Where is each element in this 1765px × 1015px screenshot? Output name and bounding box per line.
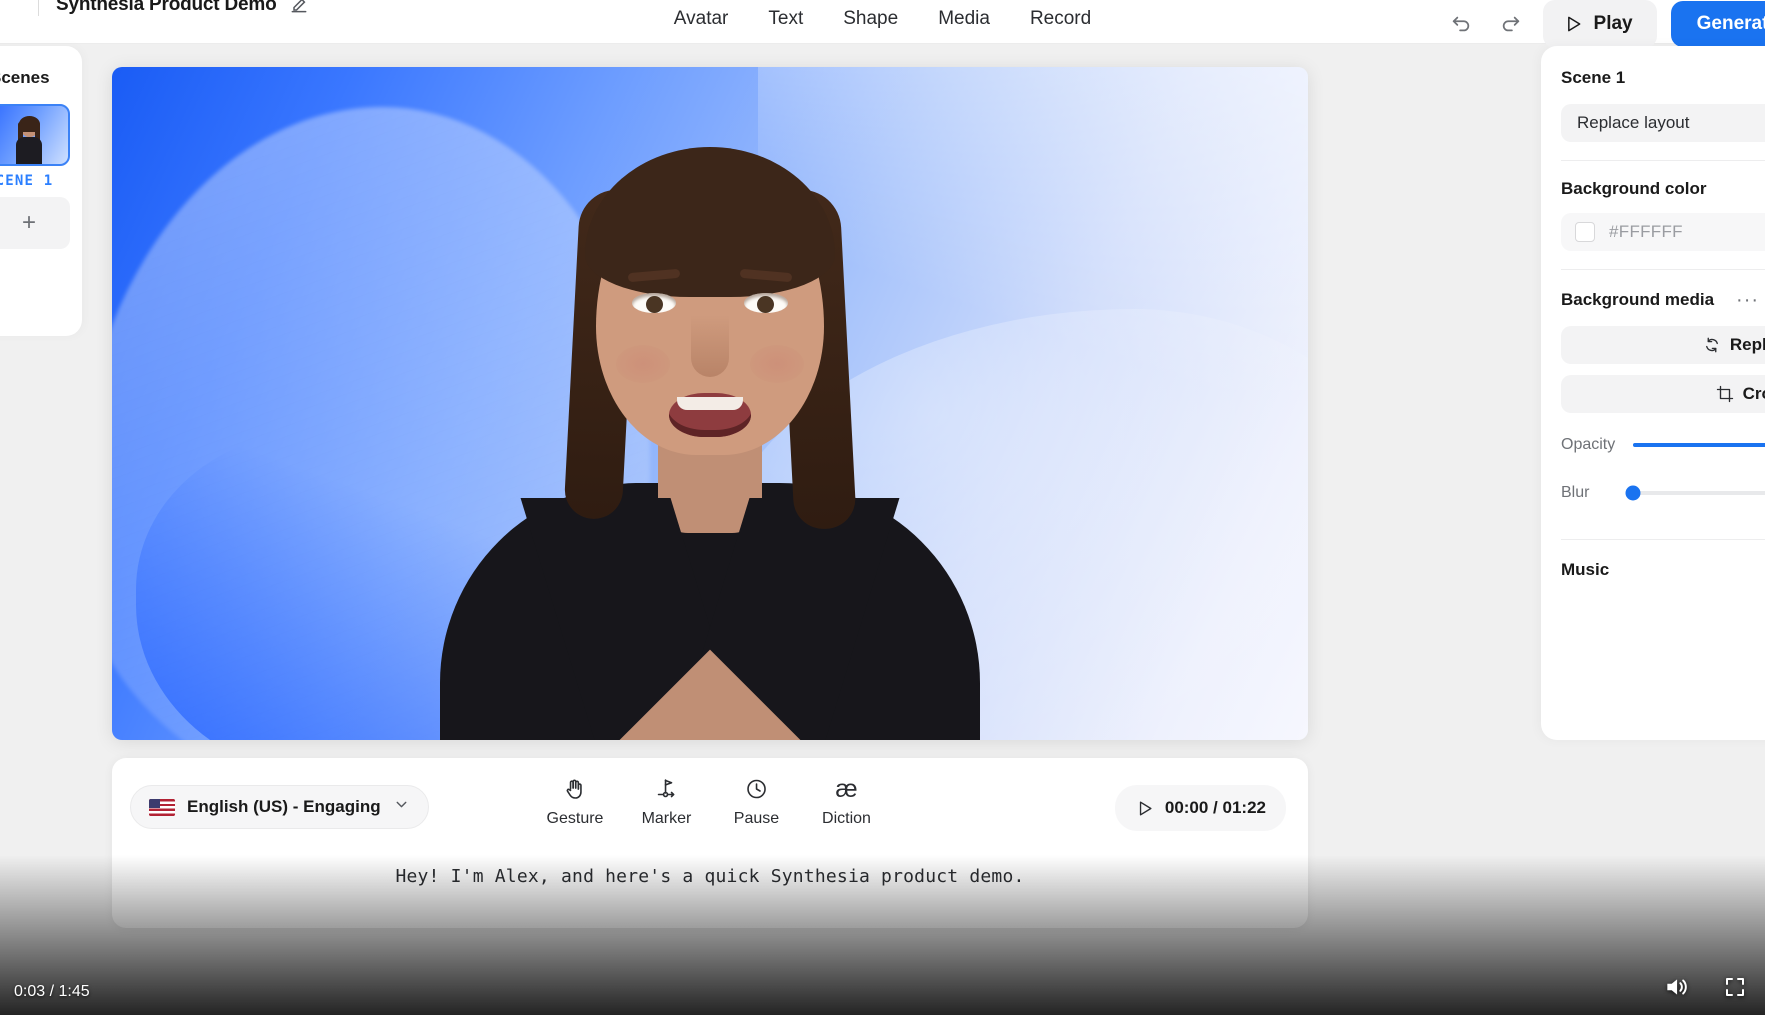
panel-divider-1 bbox=[1561, 160, 1765, 161]
volume-speaker-icon[interactable] bbox=[1663, 974, 1689, 1005]
crop-icon bbox=[1716, 381, 1734, 407]
page-title: Synthesia Product Demo bbox=[56, 0, 277, 15]
crop-media-label: Crop bbox=[1742, 384, 1765, 403]
scenes-panel-title: Scenes bbox=[0, 68, 50, 87]
nav-item-shape[interactable]: Shape bbox=[823, 0, 918, 38]
flag-canton bbox=[149, 798, 160, 808]
avatar-iris-right bbox=[757, 296, 774, 313]
avatar-iris-left bbox=[646, 296, 663, 313]
play-triangle-icon bbox=[1135, 795, 1154, 821]
add-scene-button[interactable]: + bbox=[0, 197, 70, 249]
opacity-label: Opacity bbox=[1561, 436, 1616, 453]
header-divider bbox=[38, 0, 39, 16]
music-label: Music bbox=[1561, 560, 1610, 579]
pause-tool-label: Pause bbox=[733, 810, 780, 827]
diction-tool-label: Diction bbox=[822, 810, 871, 827]
diction-tool-button[interactable]: æ Diction bbox=[819, 776, 873, 828]
color-swatch[interactable] bbox=[1575, 222, 1595, 242]
hand-gesture-icon bbox=[563, 776, 587, 802]
script-toolbar: English (US) - Engaging Gesture Marker P… bbox=[112, 758, 1308, 928]
language-selector[interactable]: English (US) - Engaging bbox=[130, 785, 429, 829]
blur-slider-knob[interactable] bbox=[1625, 485, 1641, 501]
panel-divider-3 bbox=[1561, 539, 1765, 540]
opacity-control-row: Opacity 100 bbox=[1561, 429, 1765, 461]
app-header: Synthesia Product Demo Avatar Text Shape… bbox=[0, 0, 1765, 48]
opacity-slider[interactable] bbox=[1633, 443, 1765, 447]
blur-slider[interactable] bbox=[1625, 485, 1765, 501]
refresh-circular-icon bbox=[1703, 332, 1721, 358]
chevron-down-icon bbox=[393, 796, 410, 818]
play-triangle-icon bbox=[1563, 11, 1583, 37]
header-left-group: Synthesia Product Demo bbox=[0, 0, 309, 16]
background-media-header: Background media ··· bbox=[1561, 288, 1765, 312]
script-tools-group: Gesture Marker Pause æ Diction bbox=[547, 776, 874, 828]
undo-arrow-icon[interactable] bbox=[1443, 6, 1479, 42]
fullscreen-expand-icon[interactable] bbox=[1723, 975, 1747, 1004]
synthesia-editor-video-frame: Synthesia Product Demo Avatar Text Shape… bbox=[0, 0, 1765, 1015]
generate-button[interactable]: Generate bbox=[1670, 1, 1765, 47]
thumb-body bbox=[16, 137, 42, 164]
avatar-cheek-left bbox=[616, 345, 670, 383]
redo-arrow-icon[interactable] bbox=[1493, 6, 1529, 42]
avatar-teeth bbox=[677, 397, 743, 410]
replace-layout-button[interactable]: Replace layout bbox=[1561, 104, 1765, 142]
scene-thumbnail-avatar bbox=[16, 116, 42, 164]
script-time-label: 00:00 / 01:22 bbox=[1164, 798, 1266, 817]
replace-media-button[interactable]: Replace bbox=[1561, 326, 1765, 364]
background-color-field[interactable]: #FFFFFF bbox=[1561, 213, 1765, 251]
marker-tool-button[interactable]: Marker bbox=[639, 776, 693, 828]
gesture-tool-button[interactable]: Gesture bbox=[546, 776, 604, 828]
avatar-nose bbox=[691, 315, 729, 377]
crop-media-button[interactable]: Crop bbox=[1561, 375, 1765, 413]
background-media-overflow-icon[interactable]: ··· bbox=[1736, 290, 1759, 310]
script-text-content[interactable]: Hey! I'm Alex, and here's a quick Synthe… bbox=[112, 866, 1308, 887]
header-actions: Play Generate bbox=[1443, 0, 1765, 48]
background-media-label: Background media bbox=[1561, 290, 1715, 309]
properties-panel-title: Scene 1 bbox=[1561, 68, 1626, 87]
header-nav: Avatar Text Shape Media Record bbox=[654, 0, 1111, 38]
ae-phonetic-icon: æ bbox=[835, 774, 858, 803]
clock-pause-icon bbox=[744, 776, 768, 802]
nav-item-avatar[interactable]: Avatar bbox=[654, 0, 749, 38]
flag-marker-icon bbox=[654, 776, 678, 802]
play-button-label: Play bbox=[1593, 13, 1633, 34]
script-preview-time[interactable]: 00:00 / 01:22 bbox=[1114, 785, 1286, 831]
video-player-controls bbox=[1663, 974, 1747, 1005]
scene-label-1: SCENE 1 bbox=[0, 173, 54, 189]
avatar-hair-top bbox=[585, 147, 835, 297]
background-color-label: Background color bbox=[1561, 179, 1707, 198]
video-player-time: 0:03 / 1:45 bbox=[14, 983, 90, 1000]
play-button[interactable]: Play bbox=[1542, 0, 1657, 48]
pause-tool-button[interactable]: Pause bbox=[729, 776, 783, 828]
avatar-cheek-right bbox=[750, 345, 804, 383]
blur-label: Blur bbox=[1561, 484, 1590, 501]
nav-item-media[interactable]: Media bbox=[918, 0, 1010, 38]
avatar-presenter[interactable] bbox=[430, 93, 990, 740]
blur-control-row: Blur 0 bbox=[1561, 477, 1765, 509]
pencil-edit-icon[interactable] bbox=[289, 0, 309, 15]
scenes-panel: Scenes SCENE 1 + bbox=[0, 46, 82, 336]
nav-item-text[interactable]: Text bbox=[748, 0, 823, 38]
nav-item-record[interactable]: Record bbox=[1010, 0, 1111, 38]
video-canvas-stage[interactable] bbox=[112, 67, 1308, 740]
scene-thumbnail-1[interactable] bbox=[0, 104, 70, 166]
language-selector-label: English (US) - Engaging bbox=[187, 797, 381, 816]
marker-tool-label: Marker bbox=[641, 810, 692, 827]
background-color-value: #FFFFFF bbox=[1609, 222, 1683, 241]
gesture-tool-label: Gesture bbox=[546, 810, 604, 827]
music-header: Music bbox=[1561, 558, 1765, 582]
us-flag-icon bbox=[149, 798, 175, 816]
opacity-slider-fill bbox=[1633, 443, 1765, 447]
properties-panel: Scene 1 Replace layout Background color … bbox=[1541, 46, 1765, 740]
replace-media-label: Replace bbox=[1729, 335, 1765, 354]
panel-divider-2 bbox=[1561, 269, 1765, 270]
